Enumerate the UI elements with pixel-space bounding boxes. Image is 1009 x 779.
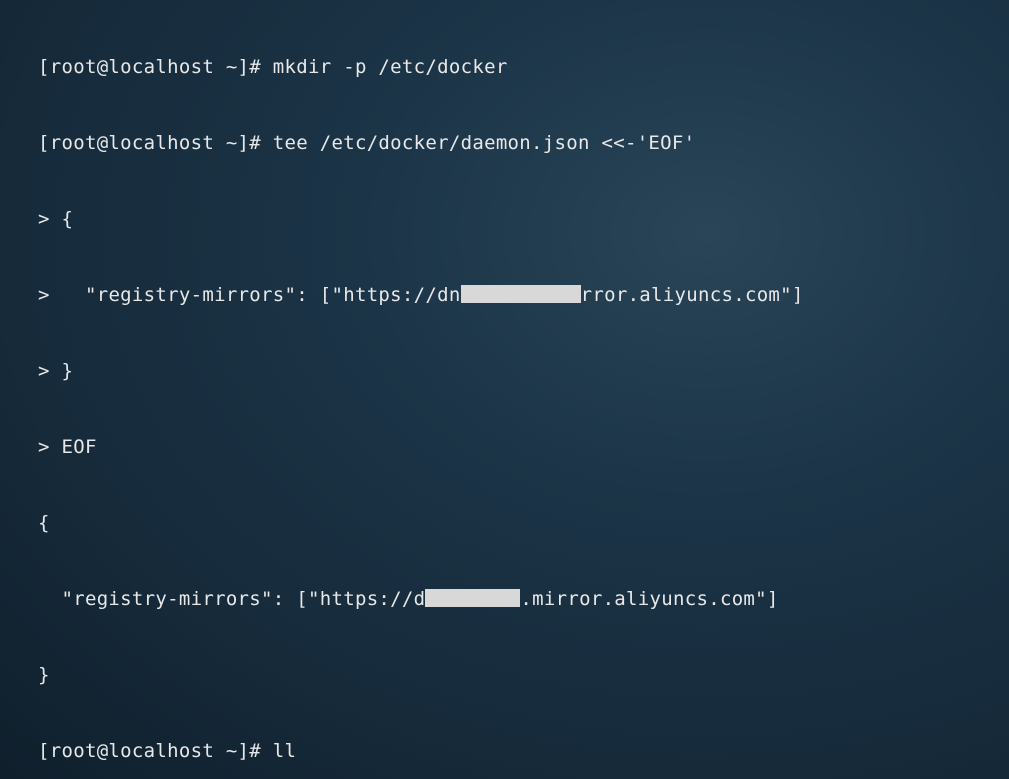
output-text: .mirror.aliyuncs.com"]	[520, 588, 778, 610]
shell-prompt: [root@localhost ~]#	[38, 132, 273, 154]
terminal-line: "registry-mirrors": ["https://d .mirror.a…	[38, 580, 1009, 618]
command-text: ll	[273, 740, 296, 762]
heredoc-text: }	[61, 360, 73, 382]
terminal-line: [root@localhost ~]# tee /etc/docker/daem…	[38, 124, 1009, 162]
terminal-line: [root@localhost ~]# mkdir -p /etc/docker	[38, 48, 1009, 86]
shell-prompt: [root@localhost ~]#	[38, 56, 273, 78]
heredoc-text: EOF	[61, 436, 96, 458]
heredoc-text: {	[61, 208, 73, 230]
output-text: }	[38, 664, 50, 686]
heredoc-prompt: >	[38, 208, 61, 230]
heredoc-prompt: >	[38, 360, 61, 382]
redacted-text	[425, 589, 520, 607]
heredoc-text: "registry-mirrors": ["https://dn	[61, 284, 460, 306]
terminal-line: > EOF	[38, 428, 1009, 466]
terminal-line: }	[38, 656, 1009, 694]
heredoc-prompt: >	[38, 284, 61, 306]
command-text: mkdir -p /etc/docker	[273, 56, 508, 78]
terminal-line: {	[38, 504, 1009, 542]
command-text: tee /etc/docker/daemon.json <<-'EOF'	[273, 132, 696, 154]
terminal-session[interactable]: [root@localhost ~]# mkdir -p /etc/docker…	[0, 0, 1009, 779]
terminal-line: > {	[38, 200, 1009, 238]
redacted-text	[461, 285, 581, 303]
terminal-line: > "registry-mirrors": ["https://dn rror.a…	[38, 276, 1009, 314]
terminal-line: [root@localhost ~]# ll	[38, 732, 1009, 770]
terminal-line: > }	[38, 352, 1009, 390]
heredoc-text: rror.aliyuncs.com"]	[581, 284, 804, 306]
output-text: "registry-mirrors": ["https://d	[38, 588, 425, 610]
output-text: {	[38, 512, 50, 534]
heredoc-prompt: >	[38, 436, 61, 458]
shell-prompt: [root@localhost ~]#	[38, 740, 273, 762]
